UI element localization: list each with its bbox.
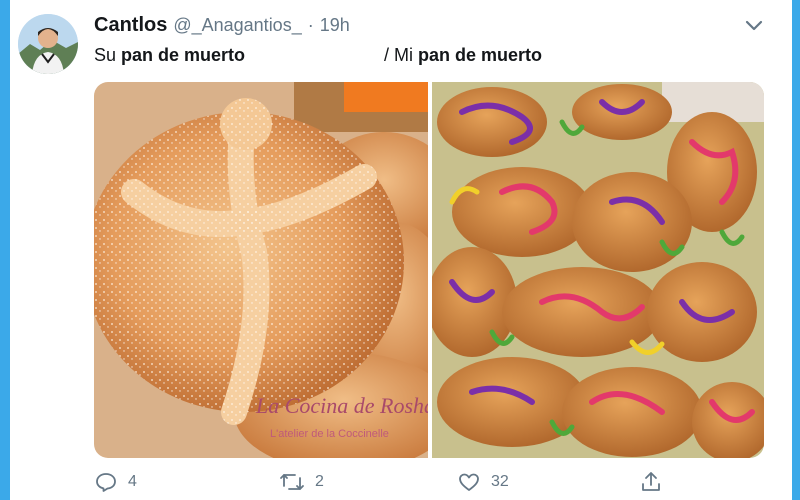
- heart-icon[interactable]: [457, 470, 481, 494]
- tweet-text: Su pan de muerto / Mi pan de muerto: [94, 45, 774, 71]
- avatar[interactable]: [18, 14, 78, 74]
- watermark-subtitle: L'atelier de la Coccinelle: [270, 428, 389, 440]
- reply-action[interactable]: 4: [94, 470, 137, 494]
- retweet-count: 2: [315, 473, 324, 490]
- reply-icon[interactable]: [94, 470, 118, 494]
- photo-right[interactable]: [432, 82, 764, 458]
- retweet-icon[interactable]: [279, 470, 305, 494]
- tweet-card[interactable]: Cantlos @_Anagantios_ · 19h Su pan de mu…: [10, 0, 792, 500]
- photo-left[interactable]: La Cocina de Rosha L'atelier de la Cocci…: [94, 82, 428, 458]
- tweet-media[interactable]: La Cocina de Rosha L'atelier de la Cocci…: [94, 82, 764, 458]
- chevron-down-icon[interactable]: [744, 18, 764, 34]
- tweet-text-part1: Su pan de muerto: [94, 45, 245, 65]
- share-icon[interactable]: [639, 470, 663, 494]
- action-bar: 4 2 32: [94, 470, 754, 498]
- screenshot-frame: Cantlos @_Anagantios_ · 19h Su pan de mu…: [0, 0, 800, 500]
- like-action[interactable]: 32: [457, 470, 509, 494]
- watermark-title: La Cocina de Rosha: [255, 393, 428, 418]
- text-bold-1: pan de muerto: [121, 45, 246, 65]
- separator-dot: ·: [307, 15, 314, 35]
- text-prefix-1: Su: [94, 45, 122, 65]
- user-handle[interactable]: @_Anagantios_: [173, 15, 301, 36]
- text-bold-2: pan de muerto: [418, 45, 543, 65]
- tweet-header: Cantlos @_Anagantios_ · 19h: [94, 14, 350, 40]
- left-border: [0, 0, 10, 500]
- text-prefix-2: / Mi: [384, 45, 418, 65]
- reply-count: 4: [128, 473, 137, 490]
- tweet-text-part2: / Mi pan de muerto: [384, 45, 542, 66]
- display-name[interactable]: Cantlos: [94, 14, 167, 37]
- tweet-time[interactable]: 19h: [320, 15, 350, 36]
- share-action[interactable]: [639, 470, 663, 494]
- right-border: [792, 0, 800, 500]
- like-count: 32: [491, 473, 509, 490]
- retweet-action[interactable]: 2: [279, 470, 324, 494]
